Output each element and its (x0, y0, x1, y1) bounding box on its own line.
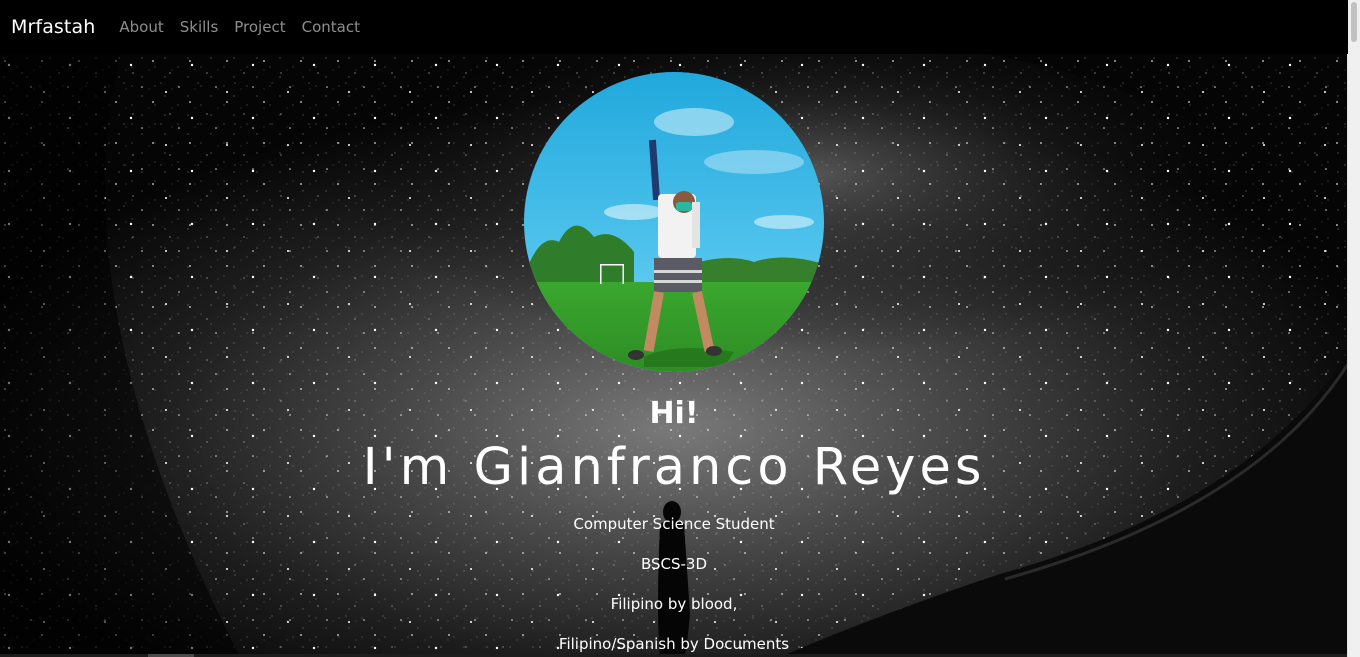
page: Mrfastah About Skills Project Contact Hi… (0, 0, 1348, 657)
hero-line-nationality: Filipino by blood, (610, 595, 738, 613)
hero-headline: I'm Gianfranco Reyes (362, 438, 986, 497)
hero-line-section: BSCS-3D (640, 555, 708, 573)
nav-link-about[interactable]: About (119, 18, 163, 36)
navbar: Mrfastah About Skills Project Contact (0, 0, 1348, 54)
nav-link-project[interactable]: Project (234, 18, 285, 36)
profile-avatar (524, 72, 824, 372)
profile-photo (524, 72, 824, 372)
hero-line-documents: Filipino/Spanish by Documents (558, 635, 790, 653)
vertical-scrollbar[interactable] (1347, 0, 1360, 657)
hero-line-role: Computer Science Student (573, 515, 775, 533)
greeting-text: Hi! (649, 396, 699, 431)
nav-link-contact[interactable]: Contact (302, 18, 360, 36)
vertical-scroll-thumb[interactable] (1351, 2, 1357, 42)
brand-link[interactable]: Mrfastah (11, 16, 95, 38)
nav-link-skills[interactable]: Skills (180, 18, 219, 36)
